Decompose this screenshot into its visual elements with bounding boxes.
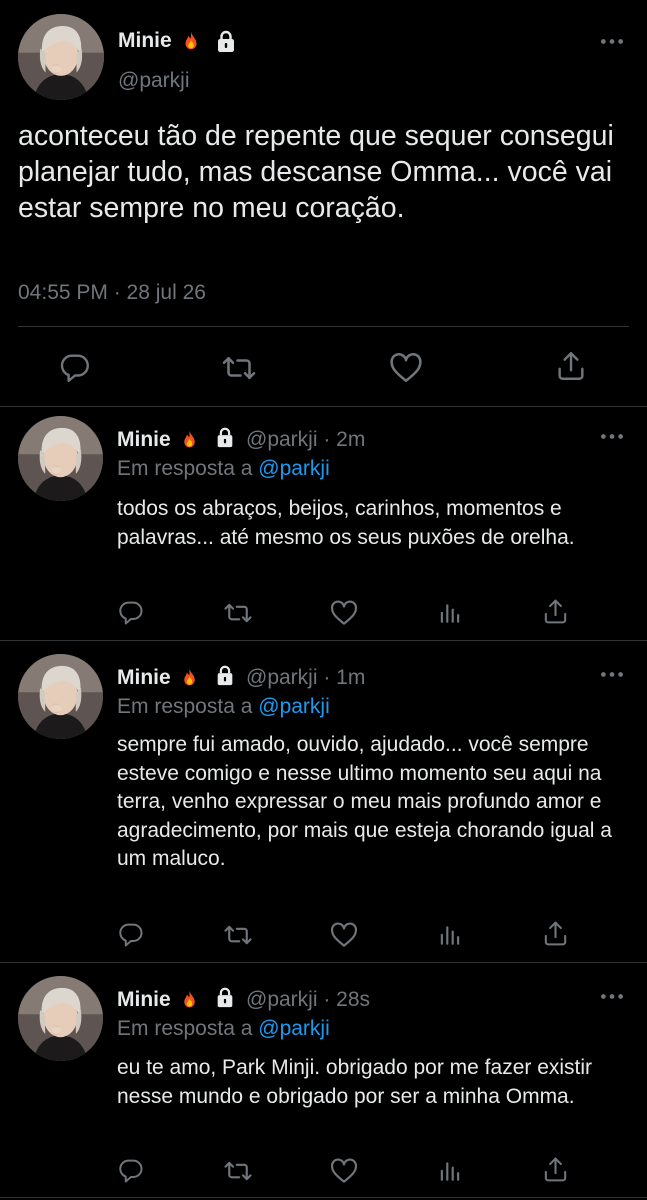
avatar[interactable] bbox=[18, 416, 103, 501]
reply-context: Em resposta a @parkji bbox=[117, 695, 330, 719]
display-name[interactable]: Minie bbox=[117, 666, 171, 690]
retweet-icon[interactable] bbox=[223, 598, 253, 628]
reply-mention-link[interactable]: @parkji bbox=[258, 457, 330, 480]
reply-prefix: Em resposta a bbox=[117, 695, 253, 718]
more-icon[interactable] bbox=[599, 670, 625, 679]
like-icon[interactable] bbox=[388, 350, 424, 386]
reply-context: Em resposta a @parkji bbox=[117, 457, 330, 481]
reply-icon[interactable] bbox=[58, 350, 92, 384]
share-icon[interactable] bbox=[541, 1155, 570, 1184]
tweet-timestamp[interactable]: 04:55 PM · 28 jul 26 bbox=[18, 281, 206, 305]
share-icon[interactable] bbox=[541, 919, 570, 948]
username[interactable]: @parkji bbox=[118, 69, 190, 93]
tweet-text: sempre fui amado, ouvido, ajudado... voc… bbox=[117, 733, 612, 870]
divider bbox=[0, 640, 647, 641]
lock-icon bbox=[214, 29, 238, 53]
fire-icon bbox=[180, 30, 202, 52]
retweet-icon[interactable] bbox=[223, 920, 253, 950]
more-icon[interactable] bbox=[599, 992, 625, 1001]
reply-icon[interactable] bbox=[117, 598, 145, 626]
display-name[interactable]: Minie bbox=[118, 29, 172, 53]
stats-icon[interactable] bbox=[437, 1158, 463, 1184]
reply-mention-link[interactable]: @parkji bbox=[258, 695, 330, 718]
divider bbox=[0, 962, 647, 963]
lock-icon bbox=[214, 986, 236, 1008]
username-time[interactable]: @parkji · 1m bbox=[246, 666, 365, 690]
like-icon[interactable] bbox=[329, 920, 359, 950]
lock-icon bbox=[214, 426, 236, 448]
reply-mention-link[interactable]: @parkji bbox=[258, 1017, 330, 1040]
more-icon[interactable] bbox=[599, 37, 625, 46]
retweet-icon[interactable] bbox=[221, 350, 257, 386]
reply-prefix: Em resposta a bbox=[117, 457, 253, 480]
lock-icon bbox=[214, 664, 236, 686]
reply-icon[interactable] bbox=[117, 920, 145, 948]
more-icon[interactable] bbox=[599, 432, 625, 441]
avatar[interactable] bbox=[18, 14, 104, 100]
fire-icon bbox=[179, 429, 200, 450]
stats-icon[interactable] bbox=[437, 600, 463, 626]
like-icon[interactable] bbox=[329, 1156, 359, 1186]
tweet-text: aconteceu tão de repente que sequer cons… bbox=[18, 120, 614, 224]
share-icon[interactable] bbox=[554, 349, 588, 383]
retweet-icon[interactable] bbox=[223, 1156, 253, 1186]
avatar[interactable] bbox=[18, 654, 103, 739]
reply-context: Em resposta a @parkji bbox=[117, 1017, 330, 1041]
username-time[interactable]: @parkji · 28s bbox=[246, 988, 370, 1012]
avatar[interactable] bbox=[18, 976, 103, 1061]
divider bbox=[0, 1197, 647, 1198]
fire-icon bbox=[179, 667, 200, 688]
tweet-text: todos os abraços, beijos, carinhos, mome… bbox=[117, 497, 575, 549]
stats-icon[interactable] bbox=[437, 922, 463, 948]
like-icon[interactable] bbox=[329, 598, 359, 628]
display-name[interactable]: Minie bbox=[117, 428, 171, 452]
reply-prefix: Em resposta a bbox=[117, 1017, 253, 1040]
username-time[interactable]: @parkji · 2m bbox=[246, 428, 365, 452]
display-name[interactable]: Minie bbox=[117, 988, 171, 1012]
reply-icon[interactable] bbox=[117, 1156, 145, 1184]
divider bbox=[0, 406, 647, 407]
tweet-text: eu te amo, Park Minji. obrigado por me f… bbox=[117, 1056, 593, 1108]
fire-icon bbox=[179, 989, 200, 1010]
share-icon[interactable] bbox=[541, 597, 570, 626]
divider bbox=[18, 326, 629, 327]
